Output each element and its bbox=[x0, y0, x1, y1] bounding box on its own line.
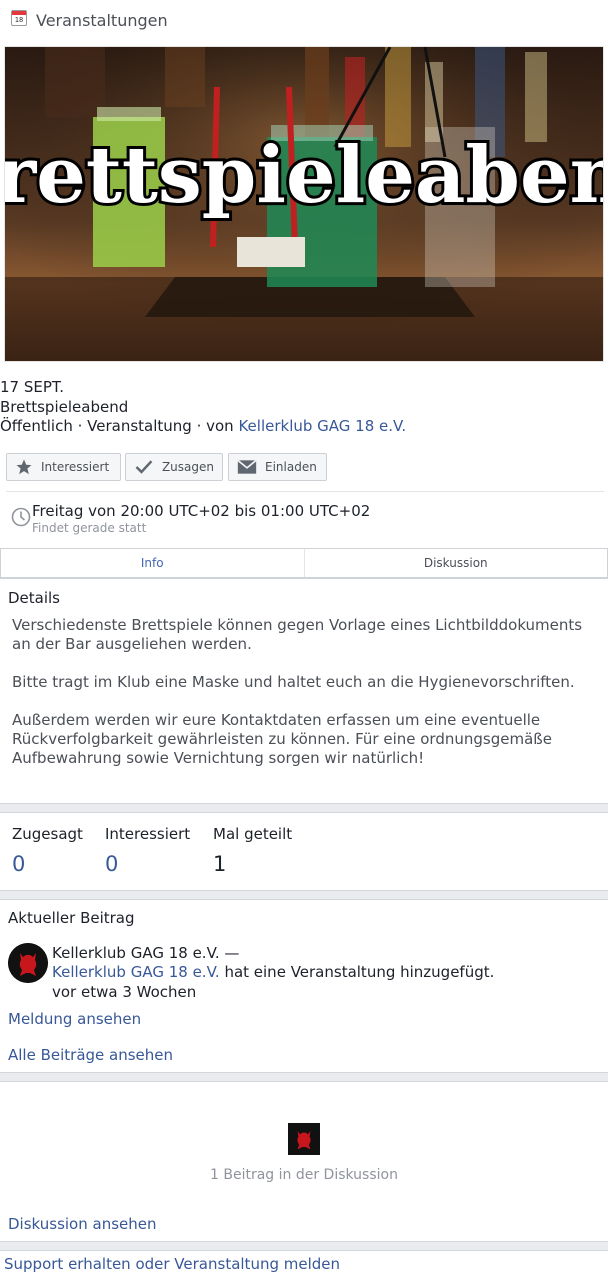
recent-post-heading: Aktueller Beitrag bbox=[8, 909, 135, 927]
stat-value: 0 bbox=[105, 852, 119, 876]
event-name: Brettspieleabend bbox=[0, 398, 129, 416]
banner-title: Brettspieleabend bbox=[5, 130, 604, 221]
details-paragraph: Außerdem werden wir eure Kontaktdaten er… bbox=[12, 711, 552, 767]
tab-bar: Info Diskussion bbox=[0, 548, 608, 579]
devil-logo-icon bbox=[8, 943, 48, 983]
section-divider bbox=[0, 803, 608, 813]
stat-going[interactable]: Zugesagt 0 bbox=[12, 825, 83, 876]
invite-button[interactable]: Einladen bbox=[228, 453, 327, 481]
page-title: Veranstaltungen bbox=[36, 11, 168, 30]
post-time: vor etwa 3 Wochen bbox=[52, 983, 197, 1001]
post-text: Kellerklub GAG 18 e.V. hat eine Veransta… bbox=[52, 963, 494, 981]
tab-info[interactable]: Info bbox=[1, 549, 305, 577]
interested-label: Interessiert bbox=[41, 460, 110, 474]
devil-logo-icon bbox=[288, 1123, 320, 1155]
divider bbox=[6, 491, 604, 492]
post-author: Kellerklub GAG 18 e.V. — bbox=[52, 944, 240, 962]
section-divider bbox=[0, 890, 608, 900]
stat-interested[interactable]: Interessiert 0 bbox=[105, 825, 190, 876]
stat-label: Zugesagt bbox=[12, 825, 83, 843]
details-heading: Details bbox=[8, 589, 61, 607]
event-meta-prefix: Öffentlich · Veranstaltung · von bbox=[0, 417, 239, 435]
stat-label: Mal geteilt bbox=[213, 825, 293, 843]
view-post-link[interactable]: Meldung ansehen bbox=[8, 1010, 141, 1028]
stat-value: 1 bbox=[213, 852, 227, 876]
accept-label: Zusagen bbox=[161, 460, 214, 474]
cover-photo: Brettspieleabend bbox=[5, 47, 604, 361]
accept-button[interactable]: Zusagen bbox=[125, 453, 223, 481]
event-cover-image[interactable]: Brettspieleabend bbox=[4, 46, 604, 362]
all-posts-link[interactable]: Alle Beiträge ansehen bbox=[8, 1046, 173, 1064]
post-action-text: hat eine Veranstaltung hinzugefügt. bbox=[219, 963, 495, 981]
tab-discussion[interactable]: Diskussion bbox=[305, 549, 608, 577]
event-status: Findet gerade statt bbox=[32, 521, 147, 535]
check-icon bbox=[135, 460, 153, 474]
organizer-link[interactable]: Kellerklub GAG 18 e.V. bbox=[238, 417, 406, 435]
avatar[interactable] bbox=[8, 943, 48, 983]
post-author-link[interactable]: Kellerklub GAG 18 e.V. bbox=[52, 963, 220, 981]
details-paragraph: Bitte tragt im Klub eine Maske und halte… bbox=[12, 673, 575, 691]
support-link[interactable]: Support erhalten oder Veranstaltung meld… bbox=[4, 1255, 340, 1273]
details-body: Verschiedenste Brettspiele können gegen … bbox=[12, 616, 598, 787]
stat-shared: Mal geteilt 1 bbox=[213, 825, 292, 876]
discussion-avatar bbox=[288, 1123, 320, 1155]
top-bar: 18 Veranstaltungen bbox=[0, 0, 608, 42]
details-paragraph: Verschiedenste Brettspiele können gegen … bbox=[12, 616, 583, 653]
discussion-count: 1 Beitrag in der Diskussion bbox=[210, 1167, 398, 1183]
clock-icon bbox=[11, 507, 31, 527]
section-divider bbox=[0, 1072, 608, 1082]
star-icon bbox=[16, 459, 32, 475]
invite-label: Einladen bbox=[265, 460, 317, 474]
event-time: Freitag von 20:00 UTC+02 bis 01:00 UTC+0… bbox=[32, 502, 371, 520]
interested-button[interactable]: Interessiert bbox=[6, 453, 121, 481]
view-discussion-link[interactable]: Diskussion ansehen bbox=[8, 1215, 157, 1233]
calendar-icon: 18 bbox=[11, 10, 27, 26]
section-divider bbox=[0, 1241, 608, 1251]
stat-label: Interessiert bbox=[105, 825, 191, 843]
event-date: 17 SEPT. bbox=[0, 378, 65, 396]
stat-value: 0 bbox=[12, 852, 26, 876]
envelope-icon bbox=[237, 459, 257, 474]
event-meta: Öffentlich · Veranstaltung · von Kellerk… bbox=[0, 417, 406, 435]
